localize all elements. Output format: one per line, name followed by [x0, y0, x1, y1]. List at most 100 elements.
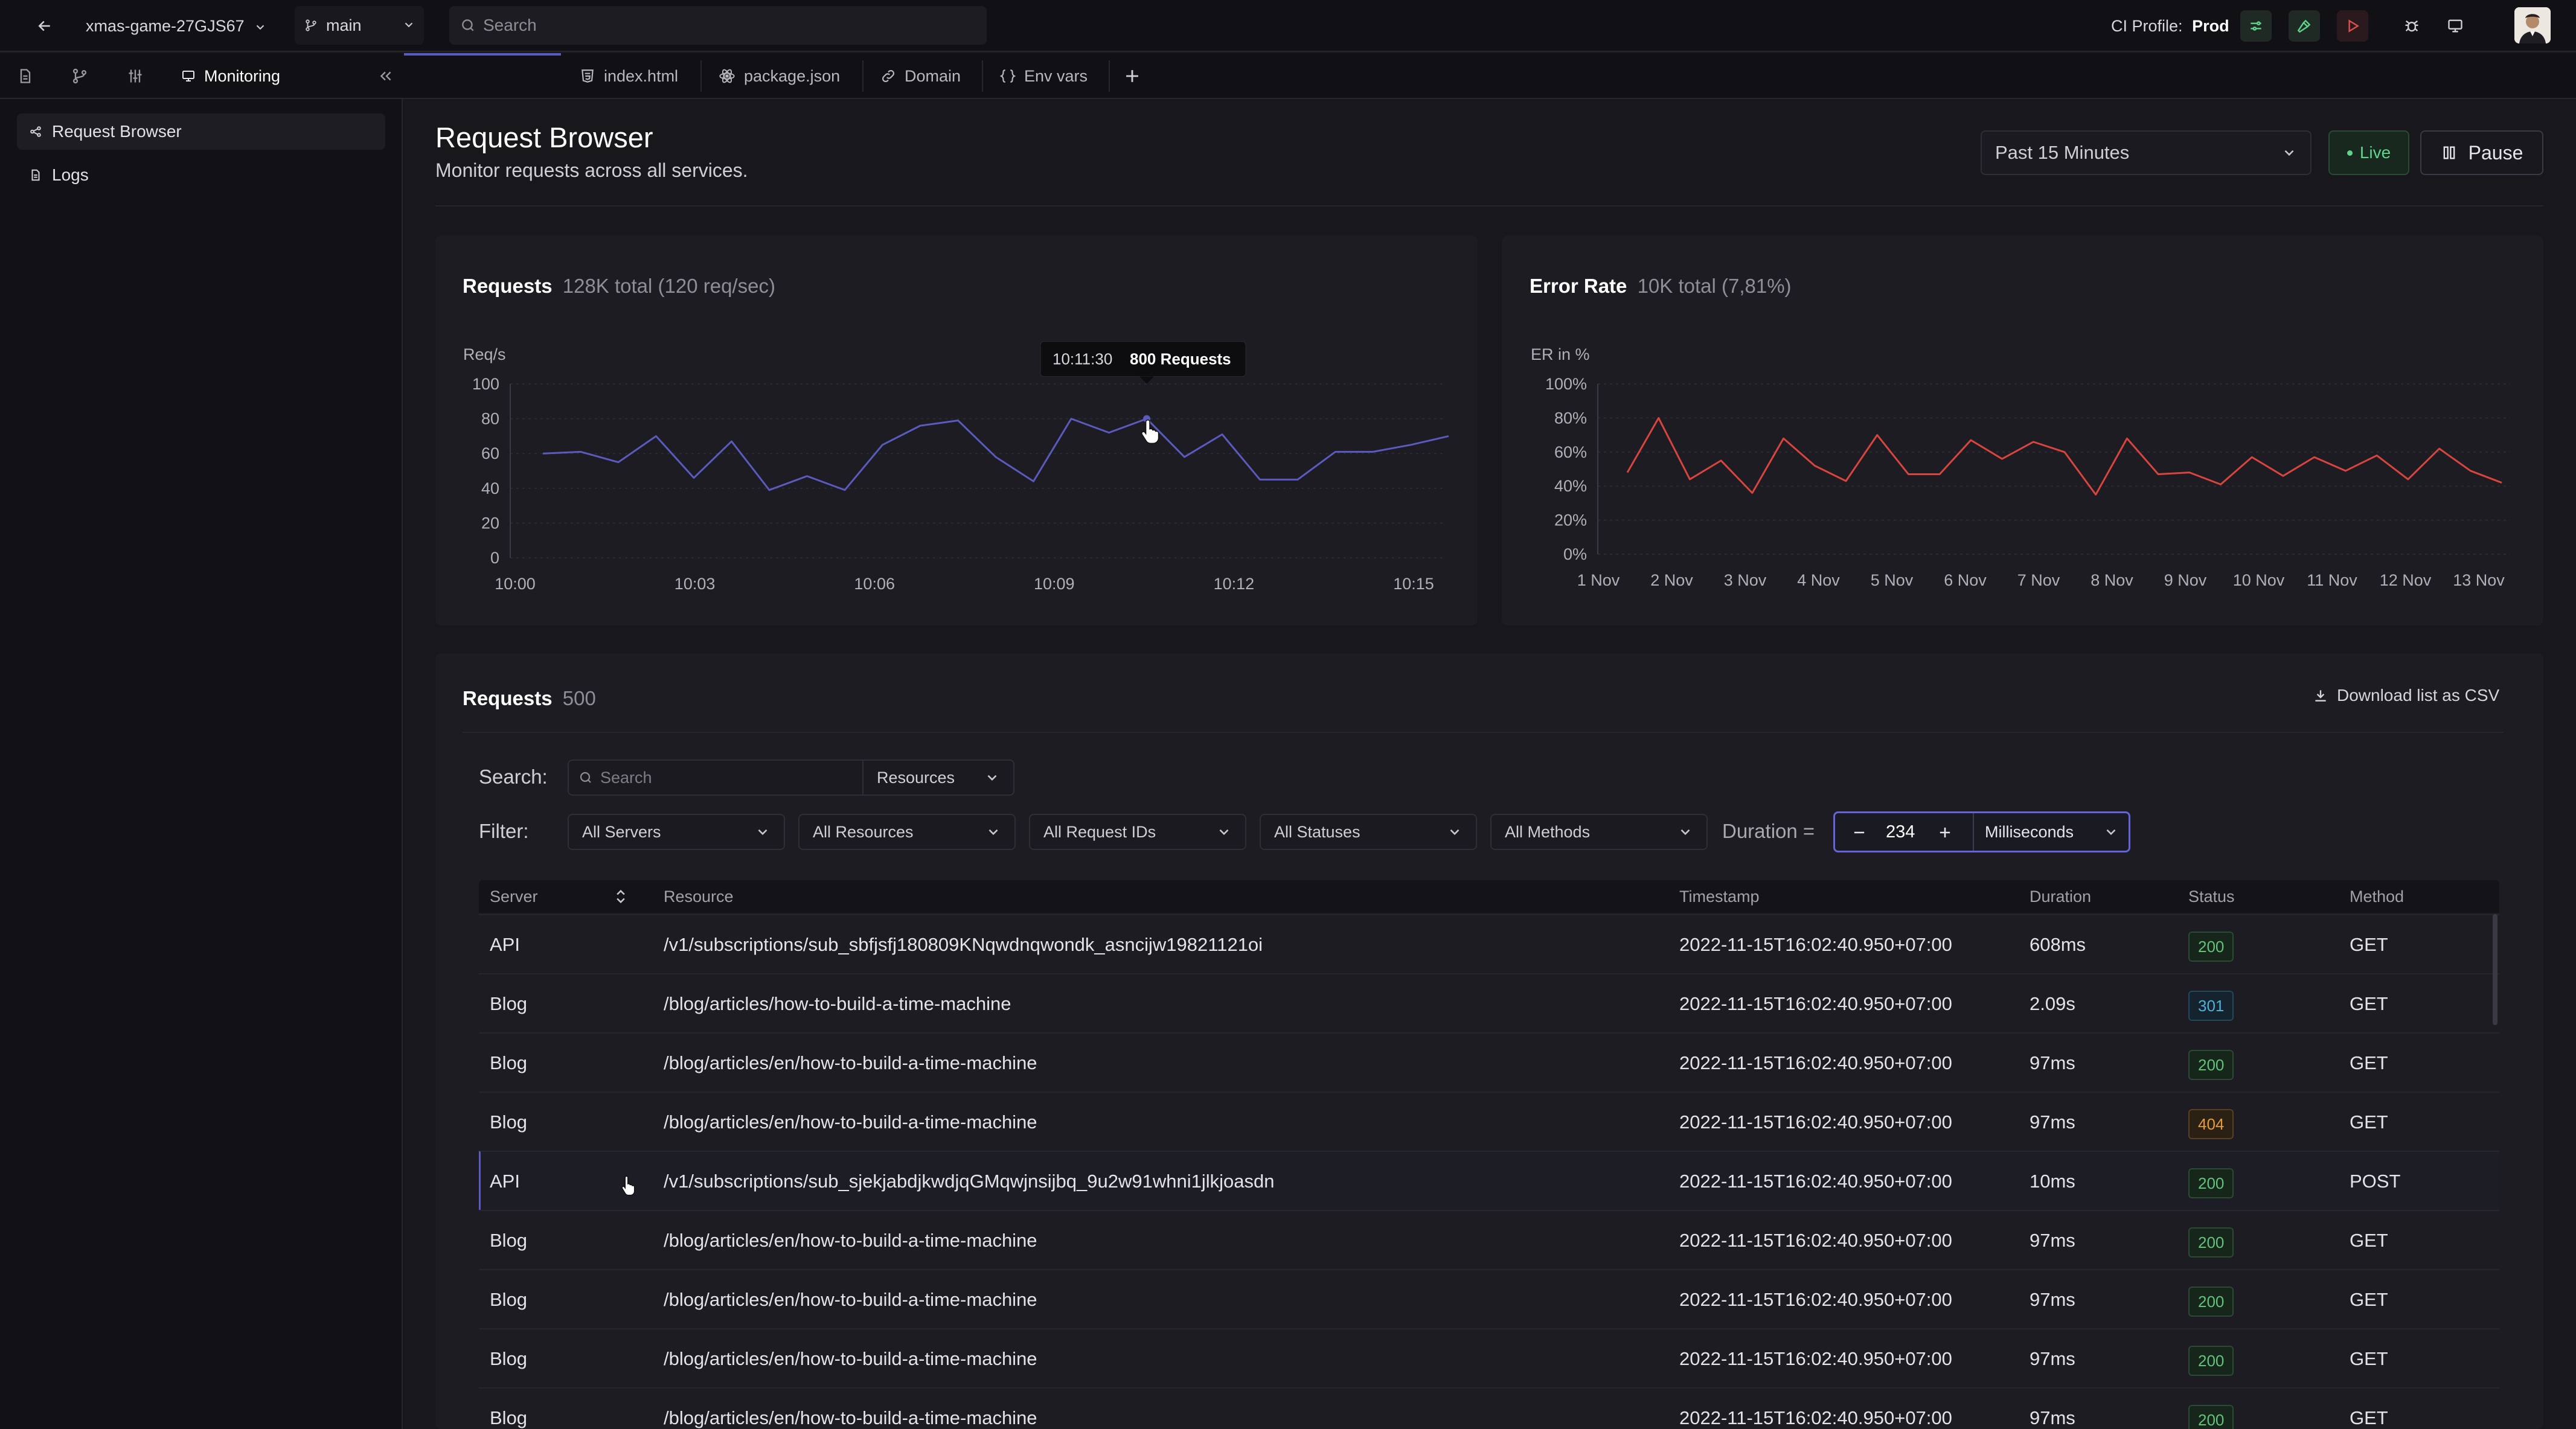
cell-server: Blog — [490, 1052, 528, 1073]
filter-methods-select[interactable]: All Methods — [1490, 814, 1708, 850]
data-point — [2344, 470, 2347, 472]
filter-request-ids-select[interactable]: All Request IDs — [1029, 814, 1246, 850]
settings-panel-button[interactable] — [127, 53, 144, 99]
debug-button[interactable] — [2396, 10, 2427, 42]
chevron-down-icon — [988, 829, 998, 836]
requests-chart-heading: Requests 128K total (120 req/sec) — [463, 275, 775, 298]
collapse-sidebar-button[interactable] — [378, 53, 394, 99]
duration-value-input[interactable]: 234 — [1886, 813, 1915, 851]
cell-resource: /blog/articles/en/how-to-build-a-time-ma… — [664, 1230, 1037, 1251]
branch-name: main — [326, 16, 362, 34]
error-rate-line-chart[interactable]: ER in % 100% 80% 60% 40% 20% 0% 1 Nov 2 Nov 3 Nov… — [1502, 326, 2543, 610]
duration-unit-select[interactable]: Milliseconds — [1985, 813, 2074, 851]
live-toggle[interactable]: Live — [2328, 130, 2409, 175]
global-search-input[interactable]: Search — [449, 6, 987, 45]
git-branch-icon — [72, 68, 87, 84]
decrement-button[interactable] — [1851, 824, 1868, 841]
tab-monitoring[interactable]: Monitoring — [181, 53, 280, 99]
data-point — [1626, 472, 1629, 474]
sort-icon[interactable] — [612, 887, 629, 906]
table-row[interactable]: Blog /blog/articles/how-to-build-a-time-… — [479, 973, 2499, 1032]
column-header-method[interactable]: Method — [2350, 880, 2404, 913]
data-point — [655, 435, 658, 437]
sidebar-item-label: Request Browser — [52, 122, 182, 141]
column-header-duration[interactable]: Duration — [2030, 880, 2091, 913]
filter-resources-value: All Resources — [813, 822, 914, 841]
back-button[interactable] — [29, 10, 60, 42]
sidebar-item-request-browser[interactable]: Request Browser — [17, 113, 385, 150]
table-scrollbar[interactable] — [2493, 914, 2498, 1025]
column-header-server[interactable]: Server — [490, 880, 538, 913]
table-row-hovered[interactable]: API /v1/subscriptions/sub_sjekjabdjkwdjq… — [479, 1151, 2499, 1210]
y-tick-label: 40% — [1554, 477, 1587, 495]
y-tick-label: 60% — [1554, 443, 1587, 461]
data-point — [2095, 493, 2097, 496]
git-panel-button[interactable] — [71, 53, 88, 99]
y-tick-label: 100 — [472, 375, 499, 393]
cell-duration: 97ms — [2030, 1111, 2075, 1133]
ci-profile[interactable]: CI Profile: Prod — [2111, 0, 2229, 52]
cell-method: GET — [2350, 1052, 2388, 1073]
ci-settings-button[interactable] — [2240, 10, 2272, 42]
tooltip-time: 10:11:30 — [1053, 350, 1112, 368]
filter-request-ids-value: All Request IDs — [1043, 822, 1156, 841]
increment-button[interactable] — [1937, 824, 1953, 841]
requests-line-chart[interactable]: Req/s 100 80 60 40 20 0 10:00 10:03 10:06 10:09 10:… — [435, 326, 1478, 610]
x-tick-label: 6 Nov — [1944, 571, 1987, 589]
column-header-timestamp[interactable]: Timestamp — [1679, 880, 1760, 913]
project-switcher[interactable]: xmas-game-27GJS67 — [86, 0, 267, 52]
data-point — [1658, 417, 1660, 419]
download-csv-button[interactable]: Download list as CSV — [2313, 686, 2499, 705]
data-point — [2501, 482, 2503, 484]
chevron-down-icon — [1450, 829, 1459, 836]
monitor-icon — [2448, 19, 2462, 33]
run-button[interactable] — [2337, 10, 2368, 42]
data-point — [2438, 447, 2441, 450]
tab-label: Domain — [905, 66, 961, 85]
data-point — [2376, 454, 2378, 456]
build-button[interactable] — [2289, 10, 2320, 42]
tab-index-html[interactable]: index.html — [580, 53, 678, 99]
filter-servers-select[interactable]: All Servers — [568, 814, 785, 850]
tab-package-json[interactable]: package.json — [719, 53, 840, 99]
data-point — [768, 489, 771, 491]
add-tab-button[interactable] — [1122, 53, 1142, 99]
filter-resources-select[interactable]: All Resources — [798, 814, 1016, 850]
project-name: xmas-game-27GJS67 — [86, 17, 245, 35]
chevron-down-icon — [987, 775, 997, 781]
table-search-input[interactable]: Search — [568, 759, 863, 796]
column-header-resource[interactable]: Resource — [664, 880, 734, 913]
tab-domain[interactable]: Domain — [880, 53, 961, 99]
table-row[interactable]: Blog /blog/articles/en/how-to-build-a-ti… — [479, 1032, 2499, 1092]
table-row[interactable]: API /v1/subscriptions/sub_sbfjsfj180809K… — [479, 914, 2499, 973]
table-row[interactable]: Blog /blog/articles/en/how-to-build-a-ti… — [479, 1092, 2499, 1151]
time-range-select[interactable]: Past 15 Minutes — [1981, 130, 2312, 175]
files-panel-button[interactable] — [17, 53, 34, 99]
sidebar-item-logs[interactable]: Logs — [17, 157, 385, 193]
column-header-status[interactable]: Status — [2188, 880, 2235, 913]
data-point — [2157, 473, 2159, 475]
pause-button[interactable]: Pause — [2420, 130, 2543, 175]
ci-profile-value: Prod — [2192, 17, 2229, 35]
tab-env-vars[interactable]: Env vars — [1000, 53, 1088, 99]
braces-icon — [1000, 69, 1016, 83]
requests-table-title: Requests — [463, 687, 553, 709]
filter-methods-value: All Methods — [1505, 822, 1591, 841]
avatar[interactable] — [2514, 7, 2551, 43]
data-point — [1907, 473, 1909, 475]
cell-timestamp: 2022-11-15T16:02:40.950+07:00 — [1679, 993, 1952, 1014]
table-row[interactable]: Blog /blog/articles/en/how-to-build-a-ti… — [479, 1210, 2499, 1269]
x-tick-label: 4 Nov — [1797, 571, 1840, 589]
cell-timestamp: 2022-11-15T16:02:40.950+07:00 — [1679, 1111, 1952, 1133]
file-text-icon — [31, 169, 40, 181]
table-row[interactable]: Blog /blog/articles/en/how-to-build-a-ti… — [479, 1269, 2499, 1328]
search-scope-select[interactable]: Resources — [862, 759, 1014, 796]
preview-button[interactable] — [2440, 10, 2471, 42]
page-subtitle: Monitor requests across all services. — [435, 159, 748, 181]
filter-statuses-select[interactable]: All Statuses — [1260, 814, 1477, 850]
series-line — [1626, 417, 2502, 496]
branch-switcher[interactable]: main — [295, 6, 424, 45]
cell-server: Blog — [490, 1230, 528, 1251]
table-row[interactable]: Blog /blog/articles/en/how-to-build-a-ti… — [479, 1387, 2499, 1429]
table-row[interactable]: Blog /blog/articles/en/how-to-build-a-ti… — [479, 1328, 2499, 1387]
